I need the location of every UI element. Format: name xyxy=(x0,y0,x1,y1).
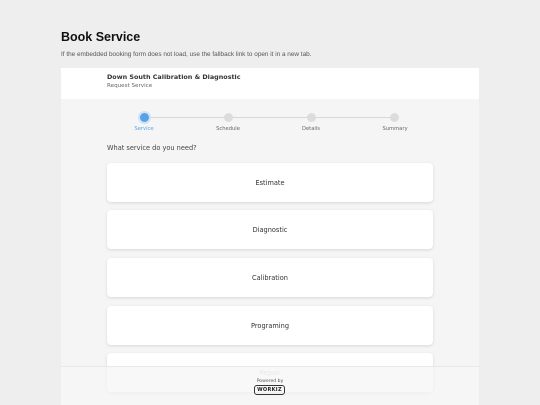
step-label-details: Details xyxy=(302,126,320,132)
step-label-summary: Summary xyxy=(382,126,408,132)
step-dot-service[interactable] xyxy=(140,113,149,122)
step-progress: Service Schedule Details Summary xyxy=(61,68,479,148)
step-dot-details[interactable] xyxy=(307,113,316,122)
service-question: What service do you need? xyxy=(107,144,197,152)
step-connector xyxy=(233,117,309,118)
step-dot-summary[interactable] xyxy=(390,113,399,122)
step-connector xyxy=(315,117,393,118)
page-title: Book Service xyxy=(61,30,141,44)
powered-by-footer: Powered by WORKIZ xyxy=(61,366,479,405)
step-connector xyxy=(147,117,227,118)
fallback-note: If the embedded booking form does not lo… xyxy=(61,51,312,58)
service-option-programing[interactable]: Programing xyxy=(107,306,433,345)
workiz-logo[interactable]: WORKIZ xyxy=(254,385,285,395)
step-dot-schedule[interactable] xyxy=(224,113,233,122)
powered-by-text: Powered by xyxy=(256,379,284,384)
service-option-estimate[interactable]: Estimate xyxy=(107,163,433,202)
step-label-schedule: Schedule xyxy=(216,126,240,132)
service-option-diagnostic[interactable]: Diagnostic xyxy=(107,210,433,249)
booking-frame: Down South Calibration & Diagnostic Requ… xyxy=(61,68,479,405)
step-label-service: Service xyxy=(134,126,154,132)
service-option-calibration[interactable]: Calibration xyxy=(107,258,433,297)
